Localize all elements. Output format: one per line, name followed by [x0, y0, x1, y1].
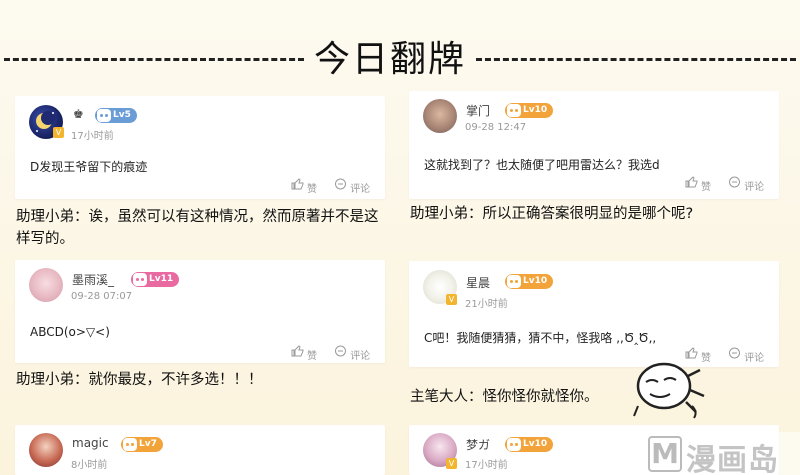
vip-badge-icon: V	[53, 127, 64, 138]
comment-label: 评论	[744, 352, 765, 364]
like-label: 赞	[701, 181, 711, 193]
watermark-text: 漫画岛	[686, 443, 779, 475]
comment-icon	[335, 178, 347, 190]
level-face-icon	[97, 109, 111, 122]
level-badge: Lv10	[505, 103, 554, 118]
watermark: M 漫画岛	[648, 432, 800, 475]
level-text: Lv10	[523, 439, 548, 449]
comment-text: ABCD(o>▽<)	[30, 325, 110, 339]
comment-label: 评论	[350, 183, 371, 195]
username[interactable]: 掌门	[466, 102, 490, 119]
watermark-logo: M	[648, 436, 682, 472]
level-face-icon	[507, 104, 521, 117]
username[interactable]: 墨雨溪_	[72, 271, 114, 288]
thumbs-up-icon	[291, 345, 304, 357]
level-face-icon	[133, 273, 147, 286]
comment-actions: 赞 评论	[685, 176, 764, 193]
level-badge: Lv10	[505, 274, 554, 289]
thumbs-up-icon	[685, 176, 698, 188]
reply-text: 主笔大人：怪你怪你就怪你。	[410, 389, 599, 405]
comment-button[interactable]: 评论	[334, 345, 370, 362]
comment-card: V 星晨 Lv10 21小时前 C吧！我随便猜猜，猜不中，怪我咯 ,,Ծ‸Ծ,,…	[409, 261, 779, 367]
comment-card: 掌门 Lv10 09-28 12:47 这就找到了？也太随便了吧用雷达么？我选d…	[409, 91, 779, 199]
comment-icon	[729, 176, 741, 188]
like-label: 赞	[307, 350, 317, 362]
timestamp: 17小时前	[71, 131, 114, 142]
level-face-icon	[123, 438, 137, 451]
like-button[interactable]: 赞	[685, 176, 711, 193]
mascot-doodle-icon	[633, 362, 705, 419]
level-text: Lv10	[523, 105, 548, 115]
comment-label: 评论	[350, 350, 371, 362]
reply-text: 助理小弟：所以正确答案很明显的是哪个呢?	[410, 206, 694, 222]
timestamp: 09-28 12:47	[465, 122, 527, 133]
title-divider-right	[476, 58, 796, 61]
timestamp: 21小时前	[465, 299, 508, 310]
level-text: Lv10	[523, 276, 548, 286]
level-badge: Lv7	[121, 437, 163, 452]
level-text: Lv11	[149, 274, 174, 284]
like-button[interactable]: 赞	[291, 345, 317, 362]
comment-card: 墨雨溪_ Lv11 09-28 07:07 ABCD(o>▽<) 赞 评论	[15, 260, 385, 363]
username[interactable]: 梦ガ	[466, 436, 490, 453]
timestamp: 8小时前	[71, 460, 108, 471]
level-badge: Lv11	[131, 272, 180, 287]
level-badge: Lv5	[95, 108, 137, 123]
reply-text: 助理小弟：就你最皮，不许多选！！！	[16, 372, 263, 388]
page-title: 今日翻牌	[313, 39, 466, 80]
comment-card: V ♚ Lv5 17小时前 D发现王爷留下的痕迹 赞 评论	[15, 96, 385, 199]
vip-badge-icon: V	[446, 458, 457, 469]
username[interactable]: magic	[72, 436, 109, 450]
level-badge: Lv10	[505, 437, 554, 452]
avatar[interactable]	[29, 268, 63, 302]
avatar[interactable]	[29, 433, 63, 467]
timestamp: 17小时前	[465, 460, 508, 471]
level-face-icon	[507, 275, 521, 288]
reply-text: 助理小弟：诶，虽然可以有这种情况，然而原著并不是这样写的。	[16, 209, 379, 247]
comment-actions: 赞 评论	[291, 345, 370, 362]
comment-text: C吧！我随便猜猜，猜不中，怪我咯 ,,Ծ‸Ծ,,	[424, 331, 657, 345]
comment-text: D发现王爷留下的痕迹	[30, 160, 148, 174]
comment-actions: 赞 评论	[291, 178, 370, 195]
vip-badge-icon: V	[446, 294, 457, 305]
comment-icon	[335, 345, 347, 357]
username[interactable]: 星晨	[466, 274, 490, 291]
comment-button[interactable]: 评论	[728, 176, 764, 193]
timestamp: 09-28 07:07	[71, 291, 133, 302]
level-text: Lv5	[113, 110, 131, 120]
username[interactable]: ♚	[73, 107, 84, 121]
like-button[interactable]: 赞	[291, 178, 317, 195]
title-divider-left	[4, 58, 304, 61]
comment-card: magic Lv7 8小时前	[15, 425, 385, 475]
comment-button[interactable]: 评论	[334, 178, 370, 195]
comment-icon	[729, 347, 741, 359]
avatar[interactable]	[423, 99, 457, 133]
comment-label: 评论	[744, 181, 765, 193]
level-text: Lv7	[139, 439, 157, 449]
like-label: 赞	[307, 183, 317, 195]
level-face-icon	[507, 438, 521, 451]
thumbs-up-icon	[291, 178, 304, 190]
comment-text: 这就找到了？也太随便了吧用雷达么？我选d	[424, 158, 660, 172]
comment-button[interactable]: 评论	[728, 347, 764, 364]
